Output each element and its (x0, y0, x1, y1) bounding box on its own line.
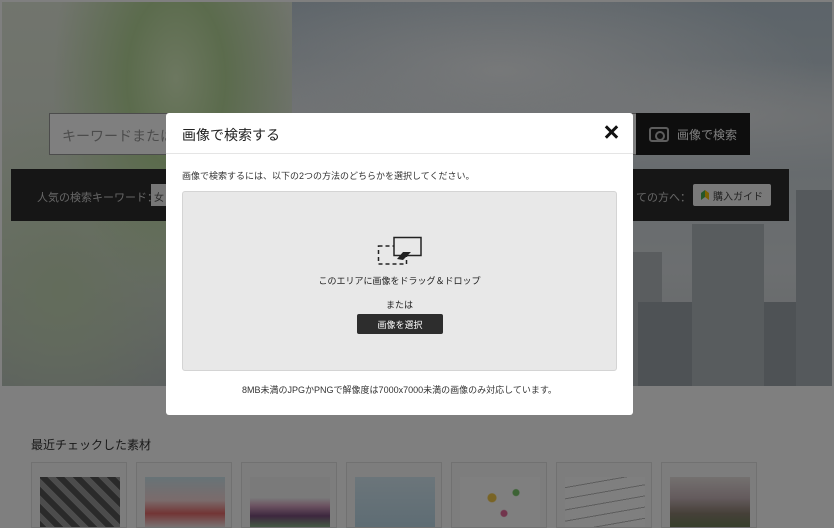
drop-zone[interactable]: このエリアに画像をドラッグ＆ドロップ または 画像を選択 (182, 191, 617, 371)
modal-header: 画像で検索する (166, 113, 633, 154)
file-requirements-note: 8MB未満のJPGかPNGで解像度は7000x7000未満の画像のみ対応していま… (242, 385, 557, 395)
modal-title: 画像で検索する (182, 127, 280, 143)
modal-description: 画像で検索するには、以下の2つの方法のどちらかを選択してください。 (182, 171, 475, 181)
close-icon[interactable] (603, 123, 621, 141)
image-search-modal: 画像で検索する 画像で検索するには、以下の2つの方法のどちらかを選択してください… (166, 113, 633, 415)
drop-instruction: このエリアに画像をドラッグ＆ドロップ (318, 276, 481, 286)
or-text: または (385, 300, 413, 310)
drag-drop-icon (377, 236, 422, 265)
select-image-button[interactable]: 画像を選択 (357, 314, 443, 334)
